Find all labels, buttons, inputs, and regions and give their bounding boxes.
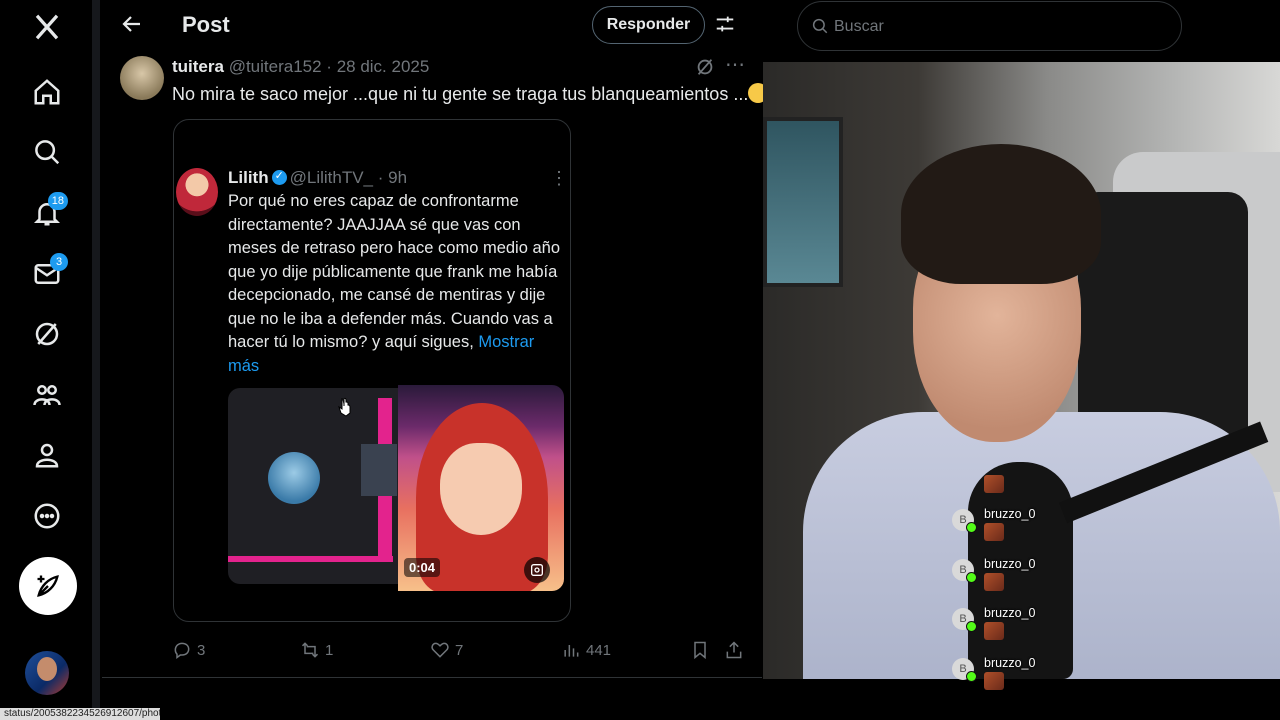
quoted-media-video: 0:04 <box>398 385 564 591</box>
quoted-author-name: Lilith <box>228 168 269 187</box>
verified-badge-icon <box>271 169 287 185</box>
grok-explain-button[interactable] <box>694 56 716 78</box>
messages-icon[interactable]: 3 <box>22 249 72 299</box>
tweet-text: No mira te saco mejor ...que ni tu gente… <box>172 84 749 104</box>
main-column: Post Responder tuitera @tuitera152 · 28 … <box>102 0 769 720</box>
chat-message: B bruzzo_0 <box>952 557 1092 597</box>
search-icon <box>812 18 828 34</box>
page-title: Post <box>182 12 230 37</box>
bookmark-action[interactable] <box>690 636 710 664</box>
chat-username: bruzzo_0 <box>984 557 1036 571</box>
divider <box>102 677 762 678</box>
tweet-more-button[interactable]: ⋯ <box>724 55 746 78</box>
communities-icon[interactable] <box>22 370 72 420</box>
tweet-author-name[interactable]: tuitera <box>172 57 224 76</box>
chat-username: bruzzo_0 <box>984 656 1036 670</box>
chat-emote <box>984 523 1004 541</box>
quoted-header: Lilith@LilithTV_ · 9h <box>228 168 407 188</box>
sort-options-button[interactable] <box>714 13 736 35</box>
chat-avatar: B <box>952 658 977 682</box>
reply-action[interactable]: 3 <box>172 636 205 664</box>
quoted-time: 9h <box>388 168 408 187</box>
home-icon[interactable] <box>22 67 72 117</box>
quoted-text-block: Por qué no eres capaz de confrontarme di… <box>228 190 563 378</box>
analytics-icon <box>564 645 579 657</box>
chat-emote <box>984 672 1004 690</box>
quoted-author-avatar <box>176 168 218 216</box>
tweet-header: tuitera @tuitera152 · 28 dic. 2025 <box>172 57 429 77</box>
chat-emote <box>984 573 1004 591</box>
mouse-cursor-icon <box>338 397 352 417</box>
notifications-badge: 18 <box>47 192 68 210</box>
media-tag-icon <box>524 557 550 583</box>
arrow-left-icon <box>122 16 140 32</box>
bookmark-icon <box>694 641 706 660</box>
profile-icon[interactable] <box>22 430 72 480</box>
repost-count: 1 <box>325 641 334 659</box>
tweet-author-avatar[interactable] <box>120 56 164 100</box>
messages-badge: 3 <box>50 253 68 271</box>
video-duration: 0:04 <box>404 558 441 577</box>
status-bar-url: status/2005382234526912607/photo/1 <box>0 708 160 720</box>
chat-avatar: B <box>952 509 977 533</box>
reply-button[interactable]: Responder <box>592 6 705 44</box>
compose-icon <box>37 575 59 597</box>
more-icon[interactable] <box>22 491 72 541</box>
chat-message: B bruzzo_0 <box>952 606 1092 646</box>
repost-action[interactable]: 1 <box>300 636 333 664</box>
back-button[interactable] <box>120 12 144 36</box>
quoted-media-left <box>228 388 398 584</box>
grok-icon <box>697 59 713 75</box>
media-profile-circle <box>268 452 320 504</box>
account-avatar[interactable] <box>25 651 69 695</box>
reply-icon <box>174 642 190 659</box>
like-action[interactable]: 7 <box>430 636 463 664</box>
heart-icon <box>431 642 449 658</box>
like-count: 7 <box>455 641 464 659</box>
grok-icon[interactable] <box>22 309 72 359</box>
sliders-icon <box>716 16 734 32</box>
quoted-author-handle: @LilithTV_ <box>289 168 374 187</box>
repost-icon <box>301 642 319 658</box>
search-input[interactable] <box>834 14 1134 40</box>
chat-username: bruzzo_0 <box>984 507 1036 521</box>
chat-message: B bruzzo_0 <box>952 656 1092 696</box>
tweet-text-row: No mira te saco mejor ...que ni tu gente… <box>172 83 769 105</box>
search-icon[interactable] <box>22 127 72 177</box>
views-action[interactable]: 441 <box>561 636 611 664</box>
tweet-actions: 3 1 7 441 <box>102 636 762 664</box>
views-count: 441 <box>586 641 612 659</box>
chat-username: bruzzo_0 <box>984 606 1036 620</box>
quoted-more-icon: ⋮ <box>550 168 568 188</box>
chat-message: B bruzzo_0 <box>952 507 1092 547</box>
nav-divider <box>92 0 100 720</box>
tweet-author-handle[interactable]: @tuitera152 <box>229 57 322 76</box>
search-box[interactable] <box>797 1 1182 51</box>
left-nav: 18 3 <box>0 0 92 720</box>
share-action[interactable] <box>724 636 744 664</box>
reply-count: 3 <box>197 641 206 659</box>
quoted-image[interactable]: Lilith@LilithTV_ · 9h ⋮ Por qué no eres … <box>173 119 571 622</box>
chat-avatar: B <box>952 559 977 583</box>
x-logo-icon[interactable] <box>22 2 72 52</box>
share-icon <box>726 641 742 659</box>
compose-post-button[interactable] <box>19 557 77 615</box>
quoted-text: Por qué no eres capaz de confrontarme di… <box>228 192 561 351</box>
chat-avatar: B <box>952 608 977 632</box>
post-header: Post Responder <box>102 0 762 52</box>
tweet-separator: · <box>321 57 337 76</box>
tweet-date[interactable]: 28 dic. 2025 <box>337 57 430 76</box>
chat-emote <box>984 475 1004 493</box>
chat-emote <box>984 622 1004 640</box>
notifications-icon[interactable]: 18 <box>22 188 72 238</box>
